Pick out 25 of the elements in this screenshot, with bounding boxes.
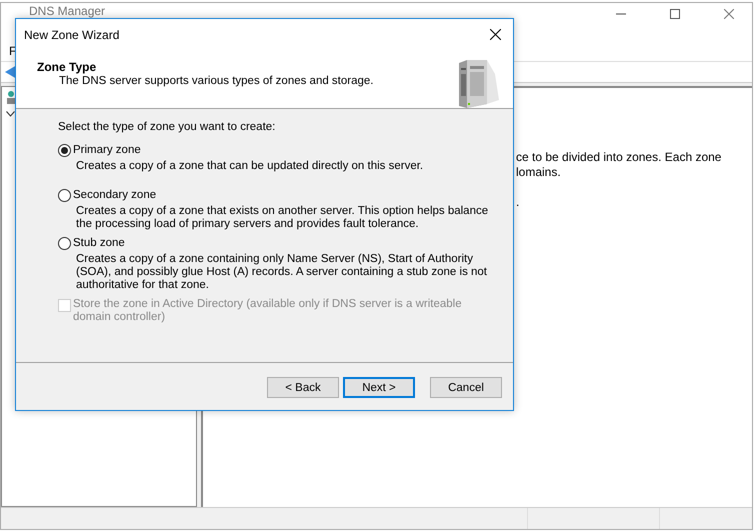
radio-button[interactable] bbox=[58, 144, 71, 156]
page-subtitle: The DNS server supports various types of zones and storage. bbox=[58, 75, 374, 87]
close-icon[interactable] bbox=[490, 29, 501, 40]
option-label[interactable]: Secondary zone bbox=[73, 189, 156, 201]
dialog-button[interactable]: Cancel bbox=[430, 377, 502, 398]
minimize-icon[interactable] bbox=[616, 13, 626, 15]
dialog-button[interactable]: Next > bbox=[343, 377, 415, 398]
radio-button[interactable] bbox=[58, 188, 71, 202]
option-description: Creates a copy of a zone that can be updated directly on this server. bbox=[75, 160, 424, 173]
description-text: lomains. bbox=[516, 165, 562, 180]
description-text: . bbox=[516, 195, 520, 210]
page-heading: Zone Type bbox=[37, 60, 98, 74]
dialog-title: New Zone Wizard bbox=[24, 28, 120, 42]
option-description: Creates a copy of a zone that exists on another server. This option helps balance the processing load of primary servers and provides fault tolerance. bbox=[75, 205, 490, 231]
radio-button[interactable] bbox=[58, 236, 71, 250]
window-title: DNS Manager bbox=[29, 4, 106, 18]
maximize-icon[interactable] bbox=[670, 9, 680, 19]
option-description: Creates a copy of a zone containing only Name Server (NS), Start of Authority (SOA), and possibly glue Host (A) records. A server containing a stub zone is not authoritative for that zone. bbox=[75, 253, 488, 292]
option-label[interactable]: Stub zone bbox=[73, 237, 125, 249]
dns-icon bbox=[6, 91, 16, 105]
dialog-button[interactable]: < Back bbox=[267, 377, 339, 398]
chevron-icon[interactable] bbox=[6, 111, 15, 117]
option-label[interactable]: Primary zone bbox=[73, 144, 141, 156]
description-text: ce to be divided into zones. Each zone bbox=[516, 150, 722, 165]
prompt-text: Select the type of zone you want to create: bbox=[58, 121, 276, 133]
